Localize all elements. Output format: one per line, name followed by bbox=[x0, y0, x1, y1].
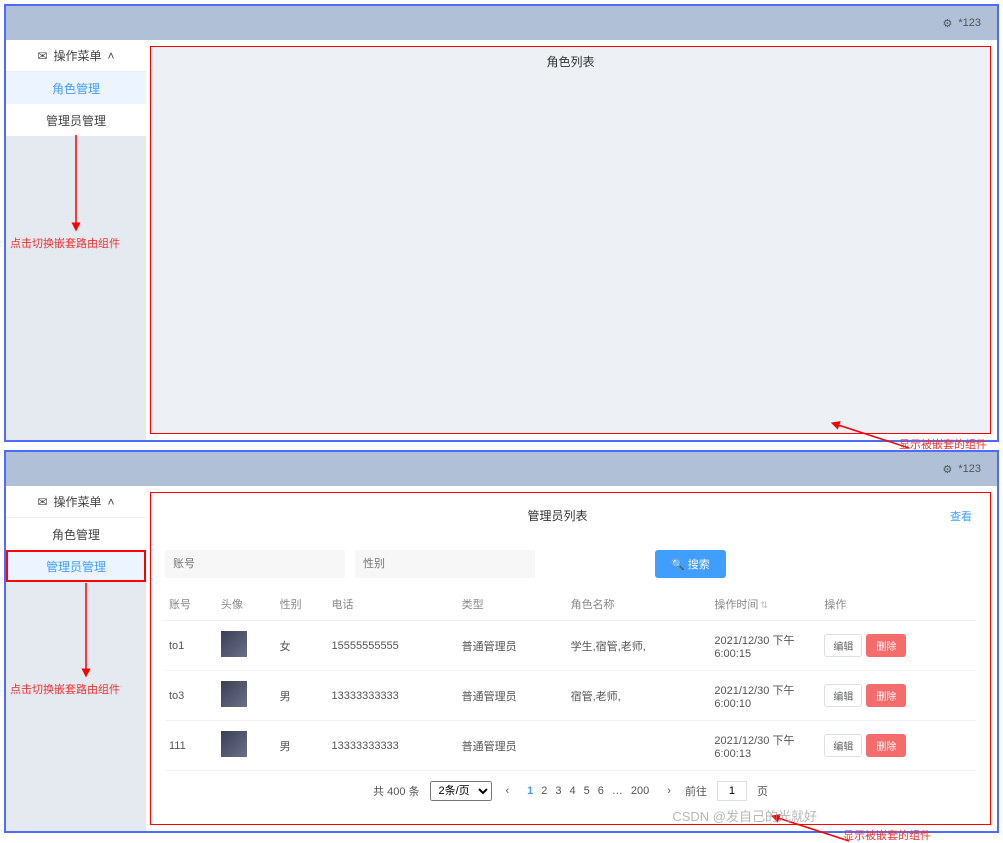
chevron-up-icon: ˄ bbox=[108, 49, 115, 63]
gear-icon[interactable]: ⚙ bbox=[942, 463, 952, 476]
pager-page[interactable]: 1 bbox=[523, 785, 537, 797]
content-area: 管理员列表 查看 🔍 搜索 账号 头像 性别 电话 bbox=[150, 492, 991, 825]
cell-avatar bbox=[217, 621, 276, 671]
content-area: 角色列表 bbox=[150, 46, 991, 434]
topbar: ⚙ *123 bbox=[6, 452, 997, 486]
sidebar-item-role[interactable]: 角色管理 bbox=[6, 518, 146, 550]
pager-page[interactable]: 6 bbox=[594, 785, 608, 797]
annotation-click-switch: 点击切换嵌套路由组件 bbox=[10, 235, 120, 251]
gear-icon[interactable]: ⚙ bbox=[942, 17, 952, 30]
cell-ops: 编辑删除 bbox=[820, 721, 976, 771]
table-row: to3 男 13333333333 普通管理员 宿管,老师, 2021/12/3… bbox=[165, 671, 976, 721]
delete-button[interactable]: 删除 bbox=[866, 634, 906, 657]
cell-account: 111 bbox=[165, 721, 217, 771]
delete-button[interactable]: 删除 bbox=[866, 684, 906, 707]
edit-button[interactable]: 编辑 bbox=[824, 634, 862, 657]
cell-account: to1 bbox=[165, 621, 217, 671]
cell-gender: 男 bbox=[276, 721, 328, 771]
cell-gender: 男 bbox=[276, 671, 328, 721]
edit-button[interactable]: 编辑 bbox=[824, 684, 862, 707]
pager-total: 共 400 条 bbox=[373, 783, 419, 799]
pager-page[interactable]: 200 bbox=[627, 785, 653, 797]
sidebar: ✉ 操作菜单 ˄ 角色管理 管理员管理 点击切换嵌套路由组件 bbox=[6, 486, 146, 831]
account-input[interactable] bbox=[165, 550, 345, 578]
pager-prev[interactable]: ‹ bbox=[502, 785, 514, 797]
avatar bbox=[221, 681, 247, 707]
search-button[interactable]: 🔍 搜索 bbox=[655, 550, 726, 578]
pager-page[interactable]: 4 bbox=[566, 785, 580, 797]
avatar bbox=[221, 631, 247, 657]
user-label: *123 bbox=[958, 17, 981, 29]
sidebar-item-admin[interactable]: 管理员管理 bbox=[6, 104, 146, 136]
page-title: 管理员列表 bbox=[165, 501, 950, 530]
sidebar-item-admin[interactable]: 管理员管理 bbox=[6, 550, 146, 582]
cell-account: to3 bbox=[165, 671, 217, 721]
edit-button[interactable]: 编辑 bbox=[824, 734, 862, 757]
cell-type: 普通管理员 bbox=[458, 671, 567, 721]
pagination: 共 400 条 2条/页 ‹ 123456…200 › 前往 页 bbox=[165, 771, 976, 805]
col-phone: 电话 bbox=[328, 588, 458, 621]
page-title: 角色列表 bbox=[151, 47, 990, 76]
gender-input[interactable] bbox=[355, 550, 535, 578]
sidebar: ✉ 操作菜单 ˄ 角色管理 管理员管理 点击切换嵌套路由组件 bbox=[6, 40, 146, 440]
delete-button[interactable]: 删除 bbox=[866, 734, 906, 757]
cell-role bbox=[567, 721, 711, 771]
cell-time: 2021/12/30 下午6:00:10 bbox=[710, 671, 820, 721]
table-row: 111 男 13333333333 普通管理员 2021/12/30 下午6:0… bbox=[165, 721, 976, 771]
col-avatar: 头像 bbox=[217, 588, 276, 621]
cell-avatar bbox=[217, 671, 276, 721]
cell-ops: 编辑删除 bbox=[820, 621, 976, 671]
cell-ops: 编辑删除 bbox=[820, 671, 976, 721]
sidebar-header-label: 操作菜单 bbox=[54, 493, 102, 510]
pager-next[interactable]: › bbox=[663, 785, 675, 797]
cell-phone: 13333333333 bbox=[328, 671, 458, 721]
topbar: ⚙ *123 bbox=[6, 6, 997, 40]
sidebar-header[interactable]: ✉ 操作菜单 ˄ bbox=[6, 40, 146, 72]
pager-page[interactable]: 5 bbox=[580, 785, 594, 797]
view-link[interactable]: 查看 bbox=[950, 508, 976, 524]
pager-page[interactable]: 3 bbox=[551, 785, 565, 797]
col-role: 角色名称 bbox=[567, 588, 711, 621]
cell-gender: 女 bbox=[276, 621, 328, 671]
cell-role: 宿管,老师, bbox=[567, 671, 711, 721]
sidebar-header-label: 操作菜单 bbox=[54, 47, 102, 64]
goto-input[interactable] bbox=[717, 781, 747, 801]
mail-icon: ✉ bbox=[37, 495, 47, 509]
annotation-show-nested: 显示被嵌套的组件 bbox=[843, 827, 931, 843]
pager-page[interactable]: 2 bbox=[537, 785, 551, 797]
watermark: CSDN @发自己的光就好 bbox=[672, 806, 817, 825]
per-page-select[interactable]: 2条/页 bbox=[430, 781, 492, 801]
cell-phone: 13333333333 bbox=[328, 721, 458, 771]
table-row: to1 女 15555555555 普通管理员 学生,宿管,老师, 2021/1… bbox=[165, 621, 976, 671]
admin-table: 账号 头像 性别 电话 类型 角色名称 操作时间⇅ 操作 to1 女 15555… bbox=[165, 588, 976, 771]
pager-page[interactable]: … bbox=[608, 785, 627, 797]
cell-phone: 15555555555 bbox=[328, 621, 458, 671]
avatar bbox=[221, 731, 247, 757]
col-type: 类型 bbox=[458, 588, 567, 621]
cell-type: 普通管理员 bbox=[458, 621, 567, 671]
cell-time: 2021/12/30 下午6:00:13 bbox=[710, 721, 820, 771]
cell-avatar bbox=[217, 721, 276, 771]
user-label: *123 bbox=[958, 463, 981, 475]
sort-icon: ⇅ bbox=[760, 600, 768, 610]
col-account: 账号 bbox=[165, 588, 217, 621]
sidebar-item-role[interactable]: 角色管理 bbox=[6, 72, 146, 104]
col-time[interactable]: 操作时间⇅ bbox=[710, 588, 820, 621]
col-ops: 操作 bbox=[820, 588, 976, 621]
search-icon: 🔍 bbox=[671, 559, 685, 571]
cell-role: 学生,宿管,老师, bbox=[567, 621, 711, 671]
col-gender: 性别 bbox=[276, 588, 328, 621]
chevron-up-icon: ˄ bbox=[108, 495, 115, 509]
mail-icon: ✉ bbox=[37, 49, 47, 63]
cell-type: 普通管理员 bbox=[458, 721, 567, 771]
cell-time: 2021/12/30 下午6:00:15 bbox=[710, 621, 820, 671]
goto-label: 前往 bbox=[685, 783, 707, 799]
annotation-click-switch: 点击切换嵌套路由组件 bbox=[10, 681, 120, 697]
sidebar-header[interactable]: ✉ 操作菜单 ˄ bbox=[6, 486, 146, 518]
page-suffix: 页 bbox=[757, 783, 768, 799]
